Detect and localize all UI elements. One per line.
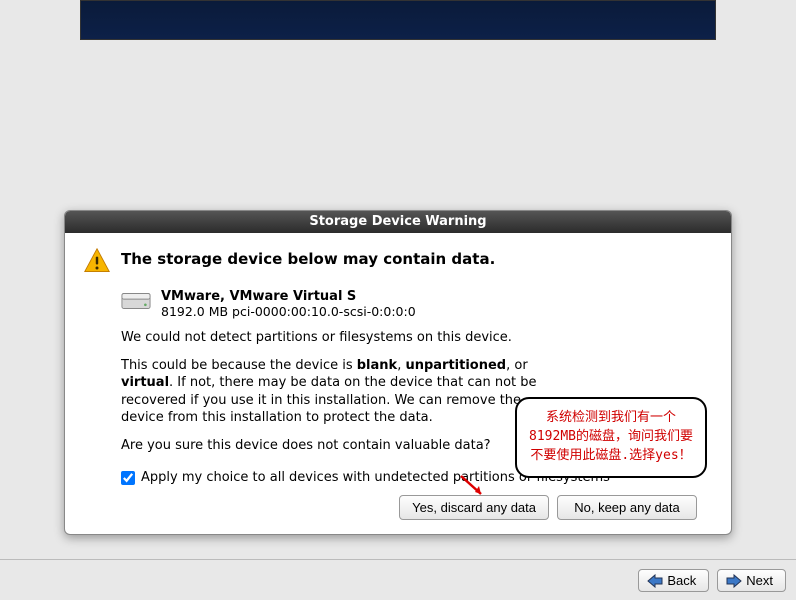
annotation-line: 8192MB的磁盘，询问我们要 xyxy=(525,428,697,447)
dialog-body: The storage device below may contain dat… xyxy=(65,233,731,534)
dialog-heading: The storage device below may contain dat… xyxy=(121,250,495,268)
header-banner xyxy=(80,0,716,40)
text-fragment: This could be because the device is xyxy=(121,358,357,373)
yes-discard-button[interactable]: Yes, discard any data xyxy=(399,495,549,520)
back-button[interactable]: Back xyxy=(638,569,709,592)
annotation-line: 不要使用此磁盘.选择yes！ xyxy=(525,447,697,466)
separator xyxy=(0,559,796,560)
storage-warning-dialog: Storage Device Warning The storage devic… xyxy=(64,210,732,535)
text-blank: blank xyxy=(357,358,397,373)
device-name: VMware, VMware Virtual S xyxy=(161,289,416,304)
arrow-left-icon xyxy=(647,574,663,588)
arrow-right-icon xyxy=(726,574,742,588)
paragraph-explanation: This could be because the device is blan… xyxy=(121,357,551,427)
text-fragment: . If not, there may be data on the devic… xyxy=(121,375,537,425)
next-label: Next xyxy=(746,573,773,588)
device-detail: 8192.0 MB pci-0000:00:10.0-scsi-0:0:0:0 xyxy=(161,304,416,319)
text-unpartitioned: unpartitioned xyxy=(405,358,506,373)
paragraph-no-partitions: We could not detect partitions or filesy… xyxy=(121,329,551,347)
back-label: Back xyxy=(667,573,696,588)
apply-all-checkbox[interactable] xyxy=(121,471,135,485)
text-virtual: virtual xyxy=(121,375,169,390)
dialog-title: Storage Device Warning xyxy=(65,211,731,233)
wizard-nav: Back Next xyxy=(638,569,786,592)
annotation-callout: 系统检测到我们有一个 8192MB的磁盘，询问我们要 不要使用此磁盘.选择yes… xyxy=(515,397,707,478)
text-fragment: , or xyxy=(506,358,528,373)
no-keep-button[interactable]: No, keep any data xyxy=(557,495,697,520)
next-button[interactable]: Next xyxy=(717,569,786,592)
warning-icon xyxy=(83,247,111,279)
annotation-line: 系统检测到我们有一个 xyxy=(525,409,697,428)
paragraph-confirm: Are you sure this device does not contai… xyxy=(121,437,551,455)
hard-drive-icon xyxy=(121,289,151,317)
